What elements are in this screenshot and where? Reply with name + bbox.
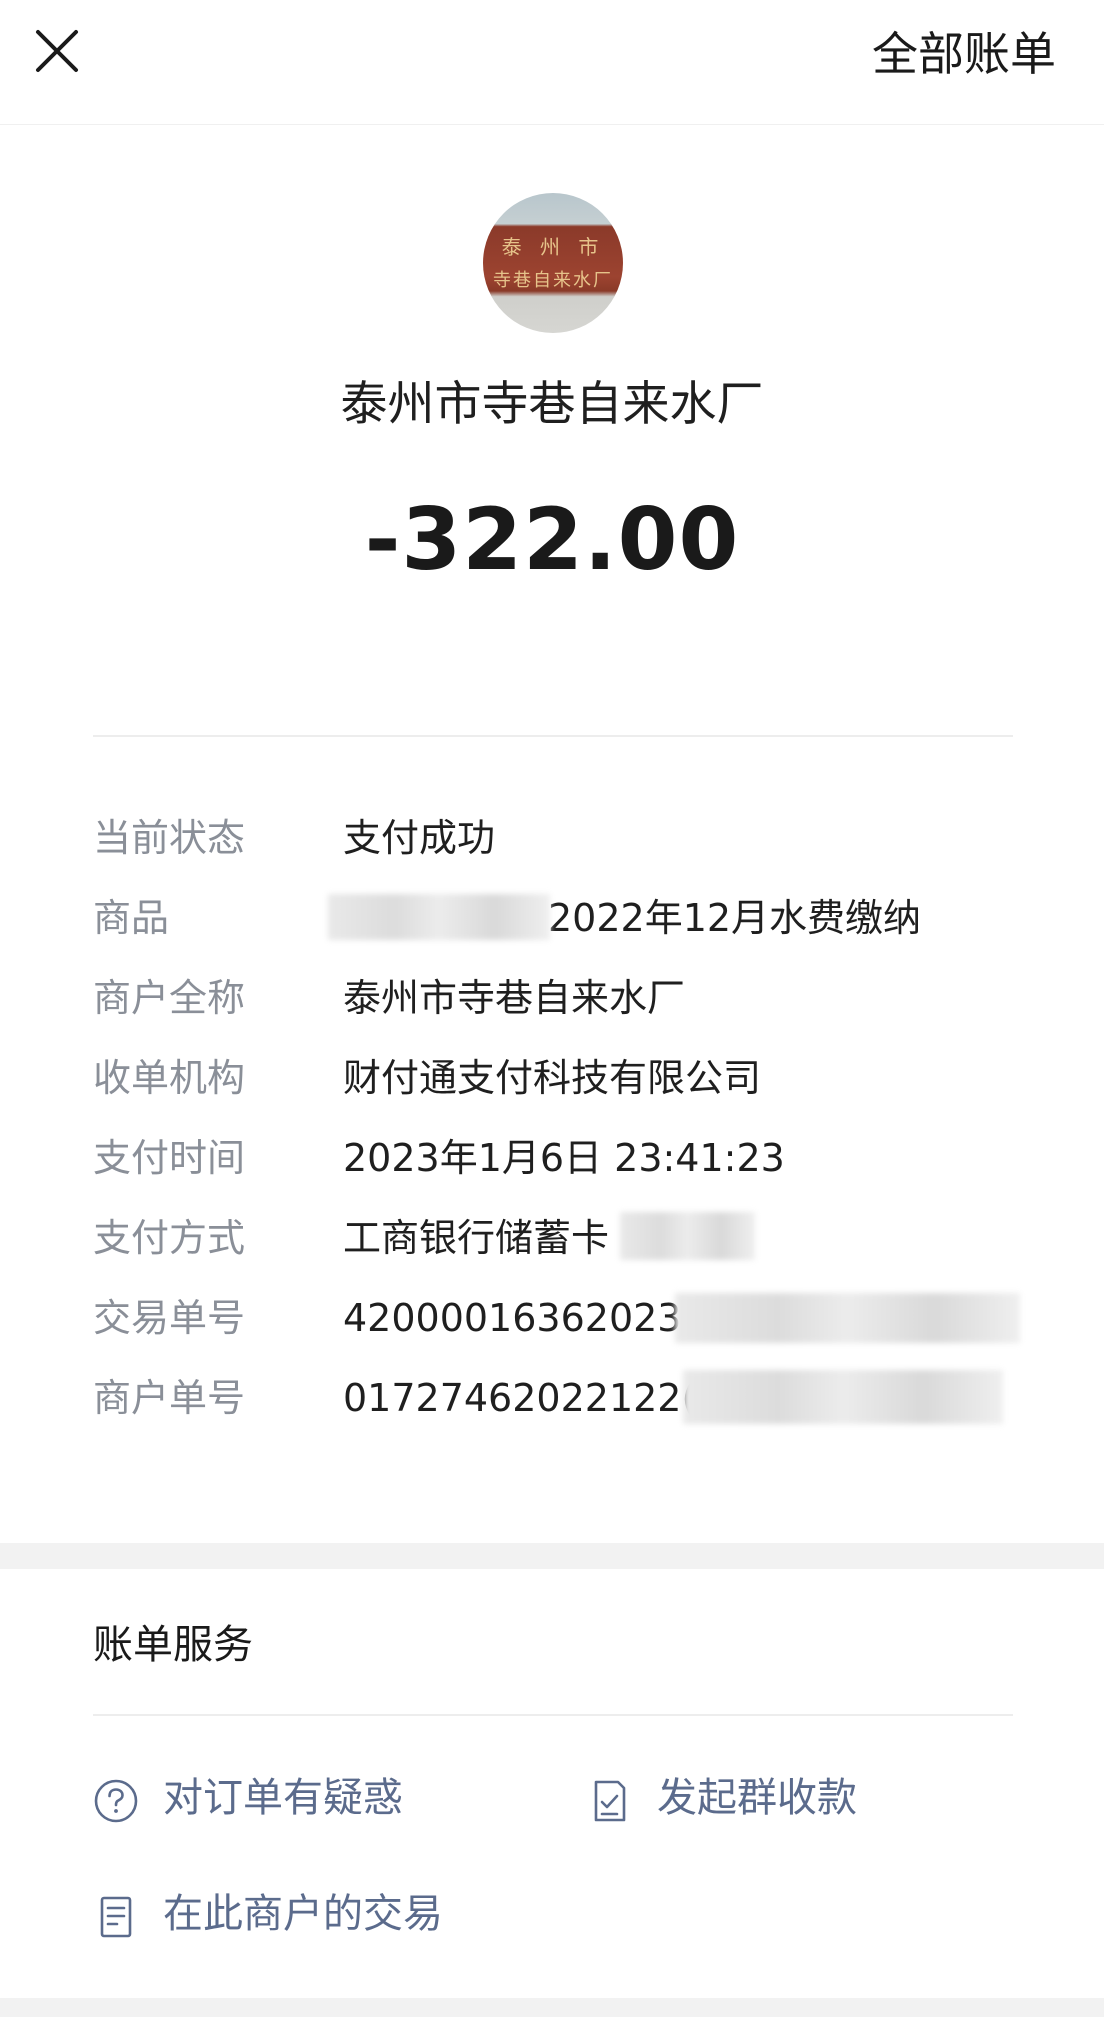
redacted-blur xyxy=(675,1293,1020,1343)
top-bar: 全部账单 xyxy=(0,0,1104,125)
detail-value: 财付通支付科技有限公司 xyxy=(343,1056,762,1100)
amount: -322.00 xyxy=(364,490,740,590)
document-list-icon xyxy=(93,1894,139,1940)
detail-value: 2023年1月6日 23:41:23 xyxy=(343,1136,785,1180)
merchant-name: 泰州市寺巷自来水厂 xyxy=(340,377,764,432)
bottom-band xyxy=(0,1998,1104,2017)
service-label: 对订单有疑惑 xyxy=(163,1775,403,1821)
service-label: 发起群收款 xyxy=(657,1775,857,1821)
detail-value[interactable]: 42000016362023( xyxy=(343,1288,696,1348)
redacted-blur xyxy=(683,1370,1003,1424)
divider xyxy=(93,735,1013,737)
detail-value[interactable]: 01727462022122( xyxy=(343,1368,696,1428)
bill-services-title: 账单服务 xyxy=(93,1622,253,1668)
detail-value: 支付成功 xyxy=(343,816,496,860)
service-label: 在此商户的交易 xyxy=(163,1891,443,1937)
detail-label: 支付时间 xyxy=(93,1136,246,1180)
detail-label: 商户全称 xyxy=(93,976,246,1020)
detail-label: 商户单号 xyxy=(93,1376,246,1420)
section-gap xyxy=(0,1543,1104,1569)
detail-label: 商品 xyxy=(93,896,170,940)
all-bills-link[interactable]: 全部账单 xyxy=(872,24,1056,84)
avatar-sign-line2: 寺巷自来水厂 xyxy=(493,270,613,291)
close-icon[interactable] xyxy=(28,22,88,82)
detail-value: 工商银行储蓄卡 xyxy=(343,1216,610,1260)
detail-label: 当前状态 xyxy=(93,816,246,860)
merchant-avatar: 泰 州 市 寺巷自来水厂 xyxy=(483,193,623,333)
divider xyxy=(93,1714,1013,1716)
question-circle-icon xyxy=(93,1778,139,1824)
detail-label: 交易单号 xyxy=(93,1296,246,1340)
detail-label: 收单机构 xyxy=(93,1056,246,1100)
detail-value: 泰州市寺巷自来水厂 xyxy=(343,976,686,1020)
avatar-sign: 泰 州 市 寺巷自来水厂 xyxy=(483,231,623,292)
avatar-sign-line1: 泰 州 市 xyxy=(501,235,605,259)
detail-value: 2022年12月水费缴纳 xyxy=(548,896,922,940)
detail-label: 支付方式 xyxy=(93,1216,246,1260)
checklist-document-icon xyxy=(587,1778,633,1824)
redacted-blur xyxy=(620,1212,755,1260)
redacted-blur xyxy=(328,894,550,940)
